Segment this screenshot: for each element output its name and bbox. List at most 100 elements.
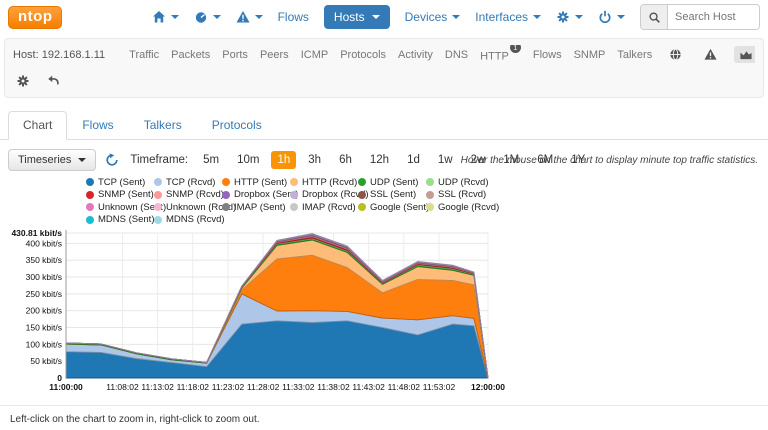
- timeframe-1w[interactable]: 1w: [432, 151, 459, 169]
- refresh-history-button[interactable]: [105, 153, 119, 167]
- legend-google-rcvd[interactable]: Google (Rcvd): [426, 201, 494, 214]
- y-tick-label: 350 kbit/s: [26, 255, 62, 265]
- legend-dropbox-rcvd[interactable]: Dropbox (Rcvd): [290, 189, 358, 202]
- nav-power-menu[interactable]: [598, 10, 625, 24]
- tab-protocols[interactable]: Protocols: [197, 111, 277, 140]
- legend-tcp-rcvd[interactable]: TCP (Rcvd): [154, 176, 222, 189]
- legend-imap-sent[interactable]: IMAP (Sent): [222, 201, 290, 214]
- host-settings-button[interactable]: [16, 72, 30, 90]
- host-menu-dns[interactable]: DNS: [445, 49, 468, 61]
- x-tick-label: 11:28:02: [247, 382, 280, 392]
- caret-down-icon: [171, 15, 179, 19]
- legend-http-sent[interactable]: HTTP (Sent): [222, 176, 290, 189]
- legend-tcp-sent[interactable]: TCP (Sent): [86, 176, 154, 189]
- tab-chart[interactable]: Chart: [8, 111, 67, 140]
- warning-icon: [236, 10, 250, 24]
- legend-udp-sent[interactable]: UDP (Sent): [358, 176, 426, 189]
- legend-imap-rcvd[interactable]: IMAP (Rcvd): [290, 201, 358, 214]
- top-navbar: ntop Flows Hosts Devices Interfaces: [0, 0, 768, 34]
- x-tick-label: 11:08:02: [106, 382, 139, 392]
- host-alerts-button[interactable]: [699, 46, 722, 63]
- back-button[interactable]: [46, 72, 60, 90]
- caret-down-icon: [575, 15, 583, 19]
- timeframe-12h[interactable]: 12h: [364, 151, 395, 169]
- legend-color-dot: [290, 178, 298, 186]
- alerts-menu[interactable]: [236, 10, 263, 24]
- tab-flows[interactable]: Flows: [67, 111, 128, 140]
- timeframe-3h[interactable]: 3h: [302, 151, 327, 169]
- legend-color-dot: [426, 203, 434, 211]
- nav-devices-label: Devices: [405, 10, 448, 24]
- search-icon: [648, 11, 661, 24]
- timeframe-6h[interactable]: 6h: [333, 151, 358, 169]
- host-menu-http[interactable]: HTTP1: [480, 47, 521, 63]
- legend-label: SSL (Sent): [370, 189, 416, 200]
- dashboard-menu[interactable]: [194, 10, 221, 24]
- host-menu-ports[interactable]: Ports: [222, 49, 248, 61]
- hover-hint: Hover the mouse on the chart to display …: [461, 155, 758, 166]
- legend-ssl-rcvd[interactable]: SSL (Rcvd): [426, 189, 494, 202]
- search-button[interactable]: [641, 5, 668, 29]
- globe-icon-button[interactable]: [664, 46, 687, 63]
- x-tick-label: 11:23:02: [212, 382, 245, 392]
- legend-unknown-rcvd[interactable]: Unknown (Rcvd): [154, 201, 222, 214]
- legend-mdns-rcvd[interactable]: MDNS (Rcvd): [154, 214, 222, 227]
- y-tick-label: 200 kbit/s: [26, 306, 62, 316]
- home-menu[interactable]: [152, 10, 179, 24]
- legend-snmp-rcvd[interactable]: SNMP (Rcvd): [154, 189, 222, 202]
- legend-unknown-sent[interactable]: Unknown (Sent): [86, 201, 154, 214]
- timeframe-10m[interactable]: 10m: [231, 151, 265, 169]
- host-menu-packets[interactable]: Packets: [171, 49, 210, 61]
- search-input[interactable]: [668, 5, 759, 29]
- legend-udp-rcvd[interactable]: UDP (Rcvd): [426, 176, 494, 189]
- legend-color-dot: [154, 216, 162, 224]
- caret-down-icon: [213, 15, 221, 19]
- legend-google-sent[interactable]: Google (Sent): [358, 201, 426, 214]
- y-tick-label: 430.81 kbit/s: [11, 228, 62, 238]
- caret-down-icon: [78, 158, 86, 162]
- legend-ssl-sent[interactable]: SSL (Sent): [358, 189, 426, 202]
- chart-controls: Timeseries Timeframe: 5m10m1h3h6h12h1d1w…: [0, 140, 768, 173]
- gauge-icon: [194, 10, 208, 24]
- host-menu-traffic[interactable]: Traffic: [129, 49, 159, 61]
- host-menu-icmp[interactable]: ICMP: [301, 49, 329, 61]
- stacked-areas: [66, 234, 488, 378]
- timeseries-dropdown-button[interactable]: Timeseries: [8, 149, 96, 171]
- ntop-logo[interactable]: ntop: [8, 6, 62, 29]
- chart-view-button[interactable]: [734, 46, 755, 63]
- legend-color-dot: [86, 216, 94, 224]
- nav-settings-menu[interactable]: [556, 10, 583, 24]
- host-menu-peers[interactable]: Peers: [260, 49, 289, 61]
- host-menu-flows[interactable]: Flows: [533, 49, 562, 61]
- host-menu-activity[interactable]: Activity: [398, 49, 433, 61]
- legend-http-rcvd[interactable]: HTTP (Rcvd): [290, 176, 358, 189]
- nav-hosts-button[interactable]: Hosts: [324, 5, 390, 29]
- legend-dropbox-sent[interactable]: Dropbox (Sent): [222, 189, 290, 202]
- legend-color-dot: [222, 191, 230, 199]
- y-tick-label: 400 kbit/s: [26, 238, 62, 248]
- undo-icon: [46, 74, 60, 87]
- nav-devices-link[interactable]: Devices: [405, 10, 461, 24]
- legend-mdns-sent[interactable]: MDNS (Sent): [86, 214, 154, 227]
- timeframe-5m[interactable]: 5m: [197, 151, 225, 169]
- traffic-chart-svg[interactable]: 430.81 kbit/s400 kbit/s350 kbit/s300 kbi…: [4, 228, 524, 394]
- nav-interfaces-link[interactable]: Interfaces: [475, 10, 541, 24]
- host-menu-snmp[interactable]: SNMP: [574, 49, 606, 61]
- tab-talkers[interactable]: Talkers: [129, 111, 197, 140]
- legend-label: IMAP (Rcvd): [302, 202, 356, 213]
- host-menu-row: Host: 192.168.1.11 TrafficPacketsPortsPe…: [13, 45, 755, 64]
- timeframe-1d[interactable]: 1d: [401, 151, 426, 169]
- x-tick-label: 11:00:00: [49, 382, 83, 392]
- host-menu-protocols[interactable]: Protocols: [340, 49, 386, 61]
- legend-label: SNMP (Rcvd): [166, 189, 224, 200]
- legend-label: IMAP (Sent): [234, 202, 286, 213]
- y-tick-label: 150 kbit/s: [26, 323, 62, 333]
- host-menu-talkers[interactable]: Talkers: [617, 49, 652, 61]
- legend-snmp-sent[interactable]: SNMP (Sent): [86, 189, 154, 202]
- legend-color-dot: [154, 178, 162, 186]
- nav-flows-link[interactable]: Flows: [278, 10, 309, 24]
- footer-divider: [0, 405, 768, 406]
- x-tick-label: 12:00:00: [471, 382, 505, 392]
- host-toolbar: Host: 192.168.1.11 TrafficPacketsPortsPe…: [4, 38, 764, 98]
- timeframe-1h[interactable]: 1h: [271, 151, 296, 169]
